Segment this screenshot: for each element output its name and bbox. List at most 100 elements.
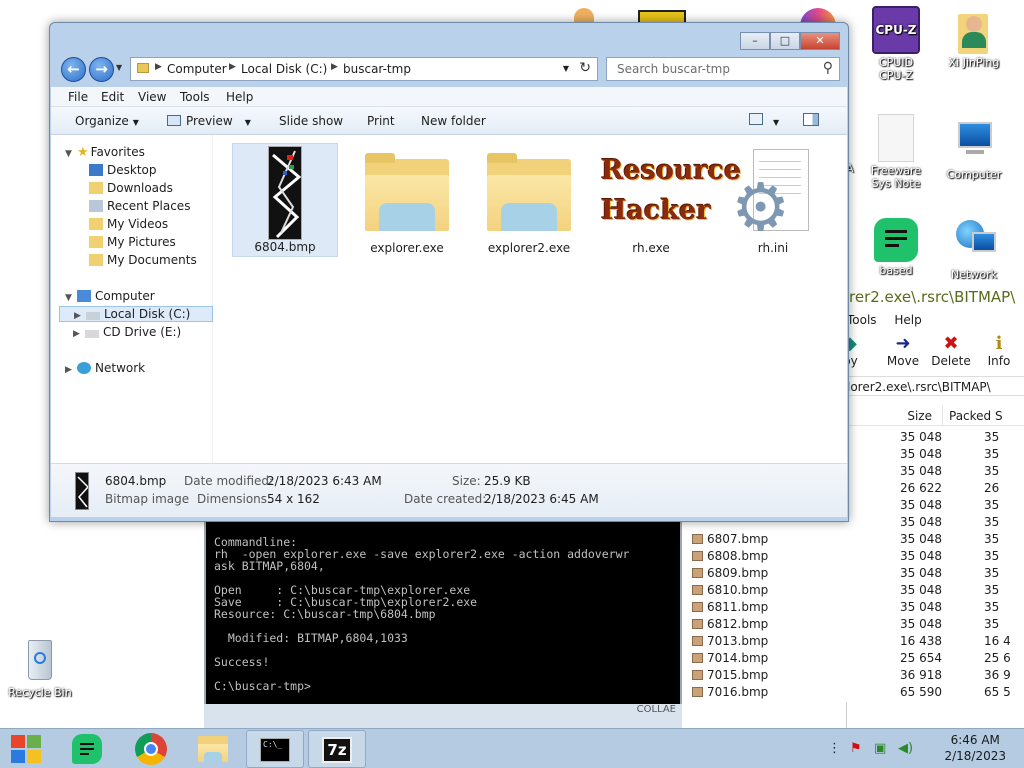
recent-pages-dropdown[interactable]: ▼: [116, 63, 122, 72]
breadcrumb-local-disk[interactable]: Local Disk (C:): [241, 62, 327, 76]
tree-computer[interactable]: ▼ Computer: [65, 289, 155, 303]
network-desktop-icon[interactable]: Network: [938, 218, 1010, 281]
breadcrumb-computer[interactable]: Computer: [167, 62, 227, 76]
maximize-button[interactable]: □: [770, 32, 800, 50]
computer-desktop-icon[interactable]: Computer: [938, 118, 1010, 181]
tree-recent-places[interactable]: Recent Places: [89, 199, 190, 213]
rh-list-row[interactable]: 7016.bmp 65 590 65 5: [688, 685, 1024, 702]
taskbar-console[interactable]: C:\_: [246, 730, 304, 768]
system-clock[interactable]: 6:46 AM 2/18/2023: [944, 732, 1006, 764]
console-window[interactable]: Commandline: rh -open explorer.exe -save …: [204, 522, 682, 704]
tray-overflow-icon[interactable]: ⋮: [828, 741, 841, 756]
chevron-right-icon[interactable]: ▶: [73, 329, 85, 339]
info-icon: i: [995, 333, 1003, 354]
rh-list-row[interactable]: 7014.bmp 25 654 25 6: [688, 651, 1024, 668]
navigation-pane[interactable]: ▼ ★ Favorites Desktop Downloads Recent Pla…: [51, 135, 213, 463]
based-label: based: [879, 264, 913, 277]
user-folder-icon[interactable]: Xi JinPing: [938, 6, 1010, 69]
file-explorer2-exe[interactable]: explorer2.exe: [476, 143, 582, 257]
menu-view[interactable]: View: [138, 90, 166, 104]
chevron-right-icon[interactable]: ▶: [65, 365, 77, 375]
slideshow-button[interactable]: Slide show: [279, 114, 343, 128]
preview-pane-button[interactable]: [803, 113, 819, 129]
refresh-icon[interactable]: ↻: [579, 60, 591, 76]
new-folder-button[interactable]: New folder: [421, 114, 486, 128]
recycle-bin-desktop-icon[interactable]: Recycle Bin: [4, 636, 76, 699]
back-button[interactable]: ←: [61, 57, 86, 82]
tree-my-videos[interactable]: My Videos: [89, 217, 168, 231]
file-rh-ini[interactable]: ⚙ rh.ini: [720, 143, 826, 257]
rh-row-name: 6812.bmp: [692, 617, 812, 631]
file-6804-bmp[interactable]: 6804.bmp: [232, 143, 338, 257]
search-input[interactable]: Search buscar-tmp ⚲: [606, 57, 840, 81]
rh-menu-help[interactable]: Help: [894, 313, 921, 327]
organize-button[interactable]: Organize ▼: [75, 114, 139, 128]
network-status-icon[interactable]: ▣: [874, 741, 886, 756]
rh-info-button[interactable]: i Info: [977, 334, 1021, 376]
start-button[interactable]: [0, 730, 52, 768]
search-icon[interactable]: ⚲: [823, 60, 833, 76]
rh-row-name: 7015.bmp: [692, 668, 812, 682]
address-bar[interactable]: ▶ Computer ▶ Local Disk (C:) ▶ buscar-tm…: [130, 57, 598, 81]
breadcrumb-buscar-tmp[interactable]: buscar-tmp: [343, 62, 411, 76]
tree-downloads[interactable]: Downloads: [89, 181, 173, 195]
chevron-right-icon[interactable]: ▶: [229, 62, 236, 72]
favorites-label: Favorites: [90, 145, 145, 159]
forward-button[interactable]: →: [89, 57, 114, 82]
chevron-down-icon[interactable]: ▼: [563, 64, 569, 73]
rh-list-row[interactable]: 6811.bmp 35 048 35: [688, 600, 1024, 617]
tree-my-documents[interactable]: My Documents: [89, 253, 197, 267]
explorer-window[interactable]: – □ ✕ ← → ▼ ▶ Computer ▶ Local Disk (C:)…: [49, 22, 849, 522]
rh-list-row[interactable]: 6807.bmp 35 048 35: [688, 532, 1024, 549]
rh-col-size[interactable]: Size: [848, 406, 942, 425]
documents-icon: [89, 254, 103, 266]
rh-list-row[interactable]: 6810.bmp 35 048 35: [688, 583, 1024, 600]
rh-menu-tools[interactable]: Tools: [847, 313, 877, 327]
print-button[interactable]: Print: [367, 114, 395, 128]
taskbar-7zip[interactable]: 7z: [308, 730, 366, 768]
tree-cd-drive[interactable]: ▶ CD Drive (E:): [73, 325, 181, 339]
preview-button[interactable]: Preview ▼: [167, 114, 251, 128]
rh-col-packed[interactable]: Packed S: [942, 406, 1003, 425]
rh-row-size: 36 918: [900, 668, 942, 682]
rh-move-button[interactable]: ➜ Move: [881, 334, 925, 376]
minimize-button[interactable]: –: [740, 32, 770, 50]
details-filename: 6804.bmp: [105, 474, 167, 488]
file-explorer-exe[interactable]: explorer.exe: [354, 143, 460, 257]
menu-help[interactable]: Help: [226, 90, 253, 104]
menu-edit[interactable]: Edit: [101, 90, 124, 104]
taskbar-notes-app[interactable]: [58, 730, 116, 768]
freeware-sysnote-icon[interactable]: Freeware Sys Note: [860, 114, 932, 190]
menu-file[interactable]: File: [68, 90, 88, 104]
recent-places-icon: [89, 200, 103, 212]
chevron-right-icon[interactable]: ▶: [155, 62, 162, 72]
tree-favorites[interactable]: ▼ ★ Favorites: [65, 145, 145, 160]
chevron-down-icon[interactable]: ▼: [65, 293, 77, 303]
chevron-down-icon[interactable]: ▼: [65, 149, 77, 159]
taskbar-file-explorer[interactable]: [184, 730, 242, 768]
menu-tools[interactable]: Tools: [180, 90, 210, 104]
rh-list-row[interactable]: 7013.bmp 16 438 16 4: [688, 634, 1024, 651]
rh-list-row[interactable]: 6812.bmp 35 048 35: [688, 617, 1024, 634]
cpuz-icon[interactable]: CPU-Z CPUID CPU-Z: [860, 6, 932, 82]
chevron-right-icon[interactable]: ▶: [74, 311, 86, 321]
volume-icon[interactable]: ◀): [898, 741, 913, 756]
change-view-button[interactable]: ▼: [749, 113, 779, 128]
rh-list-row[interactable]: 6809.bmp 35 048 35: [688, 566, 1024, 583]
file-rh-exe[interactable]: Resource Hacker rh.exe: [598, 143, 741, 257]
action-center-flag-icon[interactable]: ⚑: [850, 741, 862, 756]
rh-delete-button[interactable]: ✖ Delete: [929, 334, 973, 376]
rh-row-packed: 35: [984, 583, 1000, 597]
tree-local-disk[interactable]: ▶ Local Disk (C:): [59, 306, 213, 322]
tree-my-pictures[interactable]: My Pictures: [89, 235, 176, 249]
based-notes-icon[interactable]: based: [860, 218, 932, 277]
search-placeholder: Search buscar-tmp: [617, 62, 730, 76]
rh-list-row[interactable]: 6808.bmp 35 048 35: [688, 549, 1024, 566]
close-button[interactable]: ✕: [800, 32, 840, 50]
date-created-label: Date created:: [404, 492, 487, 506]
tree-desktop[interactable]: Desktop: [89, 163, 157, 177]
chevron-right-icon[interactable]: ▶: [331, 62, 338, 72]
rh-list-row[interactable]: 7015.bmp 36 918 36 9: [688, 668, 1024, 685]
taskbar-chrome[interactable]: [122, 730, 180, 768]
tree-network[interactable]: ▶ Network: [65, 361, 145, 375]
